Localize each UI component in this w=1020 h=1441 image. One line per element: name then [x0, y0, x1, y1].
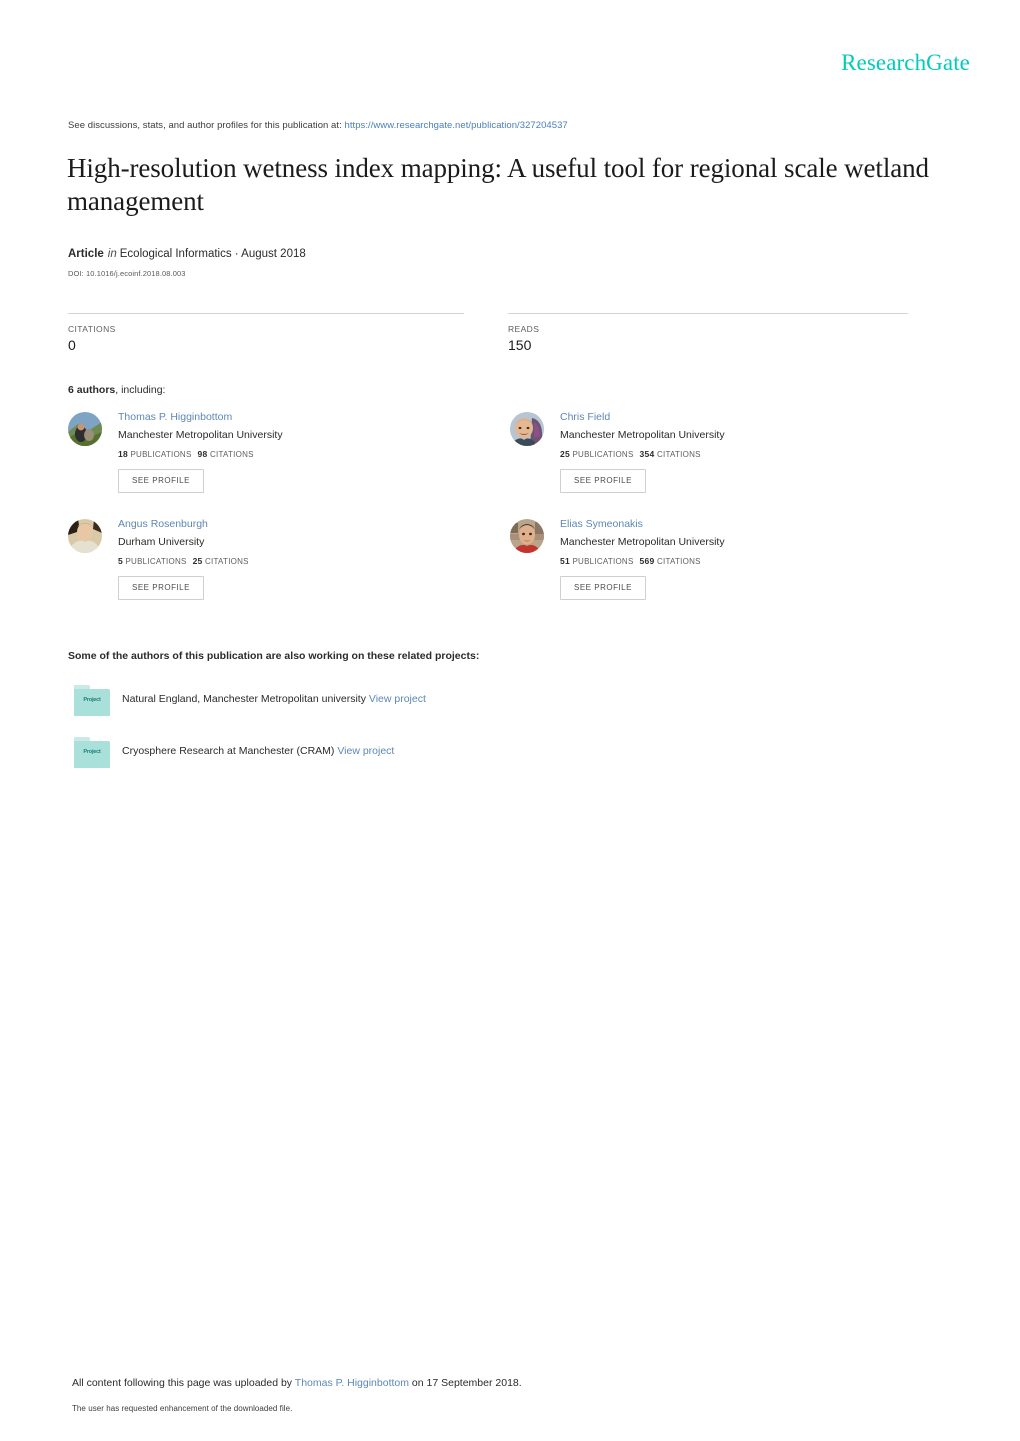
author-name[interactable]: Angus Rosenburgh	[118, 517, 249, 531]
projects-heading: Some of the authors of this publication …	[68, 650, 480, 662]
author-citations-count: 98	[197, 449, 208, 459]
page-title: High-resolution wetness index mapping: A…	[67, 153, 929, 216]
discussions-prefix: See discussions, stats, and author profi…	[68, 120, 342, 131]
author-citations-label: CITATIONS	[210, 450, 254, 459]
author-card: Chris Field Manchester Metropolitan Univ…	[510, 410, 940, 510]
author-institution: Manchester Metropolitan University	[118, 429, 283, 441]
avatar-field	[510, 412, 544, 446]
author-metrics: 51 PUBLICATIONS 569 CITATIONS	[560, 556, 725, 566]
author-metrics: 18 PUBLICATIONS 98 CITATIONS	[118, 449, 283, 459]
author-citations-count: 25	[192, 556, 203, 566]
footer-upload-note: All content following this page was uplo…	[72, 1377, 522, 1389]
avatar-higginbottom	[68, 412, 102, 446]
author-card: Thomas P. Higginbottom Manchester Metrop…	[68, 410, 498, 510]
article-journal: Ecological Informatics · August 2018	[119, 248, 306, 260]
author-card: Angus Rosenburgh Durham University 5 PUB…	[68, 517, 498, 617]
project-icon-label: Project	[83, 749, 101, 755]
citations-divider	[68, 313, 464, 314]
author-publications-count: 5	[118, 556, 123, 566]
footer-upload-suffix: on 17 September 2018.	[411, 1377, 522, 1389]
author-publications-label: PUBLICATIONS	[125, 557, 187, 566]
project-folder-icon: Project	[74, 737, 110, 769]
authors-heading-suffix: , including:	[115, 384, 166, 396]
publication-url-link[interactable]: https://www.researchgate.net/publication…	[344, 120, 567, 131]
document-page: ResearchGate See discussions, stats, and…	[0, 0, 1020, 1441]
citations-label: CITATIONS	[68, 324, 116, 334]
author-citations-label: CITATIONS	[205, 557, 249, 566]
citations-value: 0	[68, 337, 76, 353]
author-metrics: 5 PUBLICATIONS 25 CITATIONS	[118, 556, 249, 566]
footer-enhancement-note: The user has requested enhancement of th…	[72, 1404, 293, 1413]
article-doi: DOI: 10.1016/j.ecoinf.2018.08.003	[68, 269, 186, 278]
article-type-label: Article	[68, 248, 104, 260]
reads-value: 150	[508, 337, 532, 353]
article-meta: Article in Ecological Informatics · August…	[68, 248, 306, 260]
view-project-link[interactable]: View project	[337, 745, 394, 757]
author-publications-count: 51	[560, 556, 570, 566]
project-text: Cryosphere Research at Manchester (CRAM)…	[122, 745, 394, 757]
researchgate-logo[interactable]: ResearchGate	[841, 50, 970, 76]
author-institution: Durham University	[118, 536, 205, 548]
avatar-symeonakis	[510, 519, 544, 553]
article-in-label: in	[107, 248, 117, 260]
project-icon-label: Project	[83, 697, 101, 703]
project-folder-icon: Project	[74, 685, 110, 717]
author-citations-count: 354	[639, 449, 655, 459]
project-title: Cryosphere Research at Manchester (CRAM)	[122, 745, 335, 757]
view-project-link[interactable]: View project	[369, 693, 426, 705]
authors-count: 6 authors	[68, 384, 116, 396]
author-publications-label: PUBLICATIONS	[572, 450, 634, 459]
footer-uploader-link[interactable]: Thomas P. Higginbottom	[295, 1377, 409, 1389]
discussions-line: See discussions, stats, and author profi…	[68, 120, 568, 131]
author-institution: Manchester Metropolitan University	[560, 536, 725, 548]
author-publications-label: PUBLICATIONS	[572, 557, 634, 566]
author-publications-count: 25	[560, 449, 570, 459]
project-title: Natural England, Manchester Metropolitan…	[122, 693, 366, 705]
author-name[interactable]: Chris Field	[560, 410, 725, 424]
see-profile-button[interactable]: SEE PROFILE	[118, 469, 204, 493]
author-card: Elias Symeonakis Manchester Metropolitan…	[510, 517, 940, 617]
author-citations-label: CITATIONS	[656, 557, 701, 566]
footer-upload-prefix: All content following this page was uplo…	[72, 1377, 293, 1389]
author-publications-count: 18	[118, 449, 128, 459]
author-name[interactable]: Elias Symeonakis	[560, 517, 725, 531]
author-citations-count: 569	[639, 556, 655, 566]
authors-heading: 6 authors, including:	[68, 384, 165, 396]
author-publications-label: PUBLICATIONS	[130, 450, 192, 459]
project-text: Natural England, Manchester Metropolitan…	[122, 693, 426, 705]
reads-label: READS	[508, 324, 540, 334]
avatar-rosenburgh	[68, 519, 102, 553]
see-profile-button[interactable]: SEE PROFILE	[560, 576, 646, 600]
author-institution: Manchester Metropolitan University	[560, 429, 725, 441]
author-name[interactable]: Thomas P. Higginbottom	[118, 410, 283, 424]
reads-divider	[508, 313, 908, 314]
see-profile-button[interactable]: SEE PROFILE	[560, 469, 646, 493]
see-profile-button[interactable]: SEE PROFILE	[118, 576, 204, 600]
author-citations-label: CITATIONS	[656, 450, 701, 459]
author-metrics: 25 PUBLICATIONS 354 CITATIONS	[560, 449, 725, 459]
